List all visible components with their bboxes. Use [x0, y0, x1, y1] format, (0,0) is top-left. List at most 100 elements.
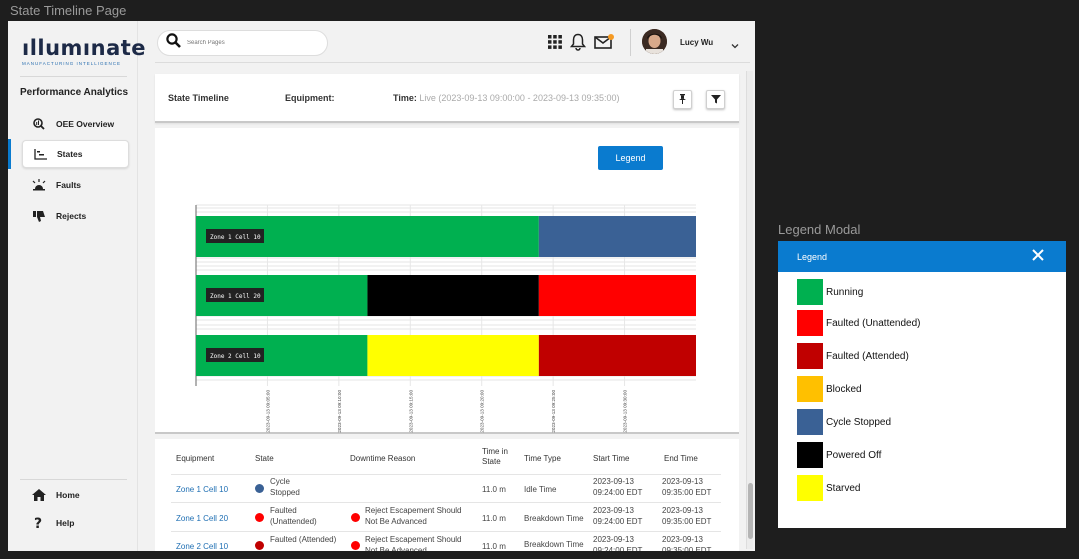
user-name[interactable]: Lucy Wu	[680, 38, 713, 47]
state-text: Faulted (Unattended)	[270, 506, 317, 526]
state-dot	[255, 484, 264, 493]
legend-item: Faulted (Unattended)	[797, 310, 921, 336]
legend-label: Running	[826, 286, 864, 298]
legend-modal: Legend Running Faulted (Unattended) Faul…	[778, 241, 1066, 528]
tick-label: 2023-09-13 09:15:00	[408, 390, 413, 433]
start-time: 2023-09-13 09:24:00 EDT	[593, 506, 643, 526]
downtime-reason: Reject Escapement Should Not Be Advanced	[365, 506, 462, 526]
oee-chart-icon	[30, 118, 48, 130]
start-time: 2023-09-13 09:24:00 EDT	[593, 477, 643, 497]
search-input[interactable]	[187, 40, 307, 46]
time-in-state: 11.0 m	[482, 542, 506, 551]
start-time: 2023-09-13 09:24:00 EDT	[593, 535, 643, 551]
sidebar-item-label: OEE Overview	[56, 119, 115, 129]
sidebar-item-home[interactable]: Home	[22, 481, 129, 509]
filter-bar: State Timeline Equipment: Time: Live (20…	[155, 74, 739, 123]
sidebar-item-label: Home	[56, 490, 80, 500]
divider	[630, 29, 631, 56]
close-icon	[1032, 248, 1044, 266]
legend-label: Blocked	[826, 383, 862, 395]
brand-logo[interactable]: ıllumınate MANUFACTURING INTELLIGENCE	[22, 36, 147, 66]
time-value: Live (2023-09-13 09:00:00 - 2023-09-13 0…	[419, 93, 620, 103]
legend-label: Starved	[826, 482, 861, 494]
pin-button[interactable]	[673, 90, 692, 109]
apps-grid-icon[interactable]	[548, 35, 562, 54]
divider	[171, 531, 721, 532]
scrollbar[interactable]	[746, 71, 753, 549]
legend-swatch	[797, 279, 823, 305]
svg-text:?: ?	[34, 516, 42, 530]
legend-item: Running	[797, 279, 863, 305]
downtime-reason: Reject Escapement Should Not Be Advanced	[365, 535, 462, 551]
sidebar-item-label: States	[57, 149, 83, 159]
divider	[171, 502, 721, 503]
equipment-link[interactable]: Zone 1 Cell 20	[176, 513, 228, 524]
avatar[interactable]	[642, 29, 667, 54]
tick-label: 2023-09-13 09:25:00	[551, 390, 556, 433]
close-button[interactable]	[1030, 249, 1046, 265]
legend-swatch	[797, 376, 823, 402]
legend-item: Cycle Stopped	[797, 409, 891, 435]
reason-dot	[351, 513, 360, 522]
row-label: Zone 2 Cell 10	[210, 353, 261, 360]
reason-dot	[351, 541, 360, 550]
sidebar-item-states[interactable]: States	[22, 140, 129, 168]
state-text: Cycle Stopped	[270, 477, 300, 497]
chevron-down-icon[interactable]	[731, 37, 739, 55]
sidebar: ıllumınate MANUFACTURING INTELLIGENCE Pe…	[8, 21, 147, 551]
equipment-filter[interactable]: Equipment:	[285, 93, 335, 103]
search-icon	[166, 33, 181, 53]
end-time: 2023-09-13 09:35:00 EDT	[662, 535, 712, 551]
equipment-link[interactable]: Zone 2 Cell 10	[176, 541, 228, 551]
search-box[interactable]	[157, 30, 328, 56]
time-type: Idle Time	[524, 485, 557, 494]
timeline-segment	[538, 216, 696, 257]
help-icon: ?	[30, 516, 48, 530]
row-label: Zone 1 Cell 20	[210, 293, 261, 300]
legend-swatch	[797, 409, 823, 435]
scrollbar-thumb[interactable]	[748, 483, 753, 539]
timeline-segment	[538, 275, 696, 316]
time-filter[interactable]: Time: Live (2023-09-13 09:00:00 - 2023-0…	[393, 93, 620, 103]
faults-alarm-icon	[30, 179, 48, 191]
legend-label: Faulted (Attended)	[826, 350, 909, 362]
sidebar-item-rejects[interactable]: Rejects	[22, 202, 129, 230]
time-in-state: 11.0 m	[482, 485, 506, 494]
legend-swatch	[797, 442, 823, 468]
sidebar-item-help[interactable]: ? Help	[22, 509, 129, 537]
legend-label: Cycle Stopped	[826, 416, 892, 428]
column-header[interactable]: Downtime Reason	[350, 454, 415, 464]
brand-wordmark: ıllumınate	[22, 36, 147, 60]
page-title: State Timeline	[168, 93, 229, 103]
column-header[interactable]: Equipment	[176, 454, 214, 464]
bell-icon[interactable]	[569, 33, 587, 56]
sidebar-item-faults[interactable]: Faults	[22, 171, 129, 199]
thumbs-down-icon	[30, 210, 48, 222]
frame-label-modal: Legend Modal	[778, 222, 861, 237]
modal-header: Legend	[778, 241, 1066, 272]
sidebar-item-oee-overview[interactable]: OEE Overview	[22, 110, 129, 138]
row-label: Zone 1 Cell 10	[210, 234, 261, 241]
column-header[interactable]: Time Type	[524, 454, 561, 464]
column-header[interactable]: State	[255, 454, 274, 464]
divider	[20, 479, 127, 480]
time-type: Breakdown Time	[524, 540, 584, 549]
legend-label: Faulted (Unattended)	[826, 317, 921, 329]
column-header[interactable]: End Time	[664, 454, 698, 464]
equipment-link[interactable]: Zone 1 Cell 10	[176, 484, 228, 495]
column-header[interactable]: Start Time	[593, 454, 629, 464]
mail-icon[interactable]	[594, 34, 614, 55]
timeline-segment	[367, 275, 539, 316]
state-timeline-chart-card: Legend Zone 1 Cell 10 Zone 1 Cell 20 Zone …	[155, 128, 739, 434]
column-header[interactable]: Time in State	[482, 447, 518, 467]
state-table: Equipment State Downtime Reason Time in …	[155, 439, 739, 551]
filter-button[interactable]	[706, 90, 725, 109]
sidebar-item-label: Help	[56, 518, 75, 528]
home-icon	[30, 489, 48, 501]
top-icons	[548, 33, 614, 56]
frame-label-main: State Timeline Page	[10, 3, 127, 18]
legend-item: Starved	[797, 475, 860, 501]
section-title: Performance Analytics	[20, 87, 129, 98]
legend-swatch	[797, 475, 823, 501]
brand-tagline: MANUFACTURING INTELLIGENCE	[22, 61, 122, 66]
